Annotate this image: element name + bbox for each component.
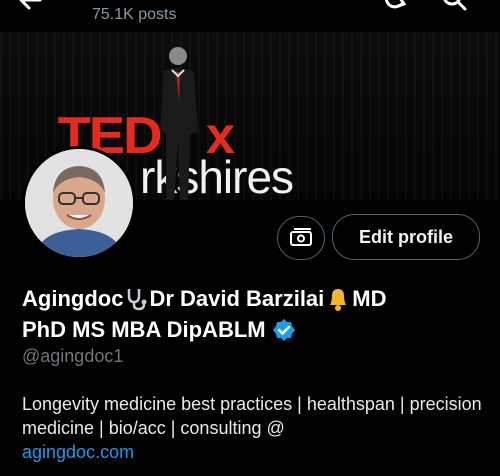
name-part-3: MD bbox=[352, 286, 387, 312]
stethoscope-icon bbox=[128, 289, 147, 311]
post-count: 75.1K posts bbox=[92, 6, 177, 23]
topic-icon[interactable] bbox=[380, 0, 410, 14]
verified-badge-icon[interactable] bbox=[272, 318, 296, 342]
display-name: Agingdoc Dr David Barzilai MD PhD MS MBA… bbox=[22, 283, 492, 345]
name-part-2: Dr David Barzilai bbox=[149, 286, 325, 312]
top-bar: 75.1K posts bbox=[0, 0, 500, 32]
profile-bio: Longevity medicine best practices | heal… bbox=[22, 392, 482, 464]
name-line-2: PhD MS MBA DipABLM bbox=[22, 317, 266, 343]
bio-text: Longevity medicine best practices | heal… bbox=[22, 394, 482, 438]
edit-profile-button[interactable]: Edit profile bbox=[332, 214, 480, 260]
bell-icon bbox=[330, 289, 347, 312]
back-arrow-icon[interactable] bbox=[16, 0, 44, 14]
speaker-figure bbox=[160, 47, 198, 200]
user-handle: @agingdoc1 bbox=[22, 346, 124, 366]
search-icon[interactable] bbox=[440, 0, 470, 14]
name-part-1: Agingdoc bbox=[22, 286, 124, 312]
bio-website-link[interactable]: agingdoc.com bbox=[22, 442, 134, 462]
money-icon bbox=[290, 228, 312, 246]
profile-avatar[interactable] bbox=[22, 146, 136, 260]
avatar-photo bbox=[25, 149, 133, 257]
subscription-button[interactable] bbox=[277, 216, 325, 260]
